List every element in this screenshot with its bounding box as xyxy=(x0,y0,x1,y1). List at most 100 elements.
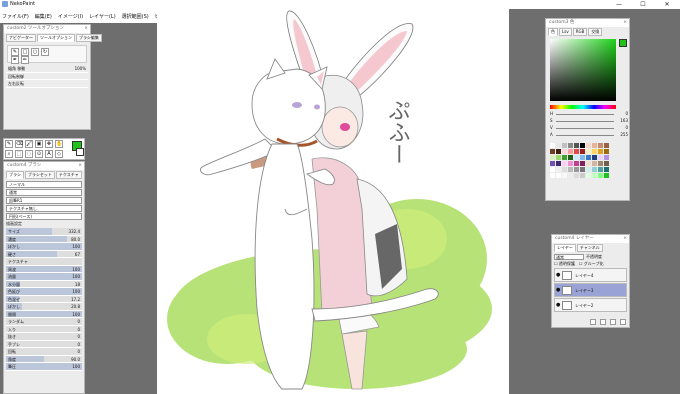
palette-swatch[interactable] xyxy=(586,149,591,154)
palette-swatch[interactable] xyxy=(562,173,567,178)
palette-swatch[interactable] xyxy=(580,161,585,166)
color-slider-track[interactable] xyxy=(556,114,614,115)
eraser-tool-icon[interactable]: ⌫ xyxy=(15,140,23,148)
palette-swatch[interactable] xyxy=(550,143,555,148)
palette-swatch[interactable] xyxy=(550,149,555,154)
rotate-icon[interactable]: ↻ xyxy=(41,48,49,56)
layer-row[interactable]: ● レイヤー3 xyxy=(554,283,627,297)
palette-swatch[interactable] xyxy=(556,143,561,148)
brush-type-select[interactable]: ノーマル xyxy=(6,181,82,188)
palette-swatch[interactable] xyxy=(604,149,609,154)
close-icon[interactable]: × xyxy=(623,235,627,243)
layer-blend-select[interactable]: 通常 xyxy=(554,254,584,260)
palette-swatch[interactable] xyxy=(556,161,561,166)
delete-layer-icon[interactable] xyxy=(620,319,626,325)
tool-options-tab[interactable]: ツールオプション xyxy=(37,34,75,42)
close-icon[interactable]: × xyxy=(84,25,88,33)
color-tab[interactable]: RGB xyxy=(572,28,588,36)
palette-swatch[interactable] xyxy=(550,173,555,178)
palette-swatch[interactable] xyxy=(562,149,567,154)
brush-setting-row[interactable]: 硬さ 67 xyxy=(6,250,82,258)
palette-swatch[interactable] xyxy=(562,167,567,172)
tool-options-tab[interactable]: ナビゲーター xyxy=(6,34,36,42)
brush-setting-row[interactable]: 手ブレ 0 xyxy=(6,340,82,348)
fill-tool-icon[interactable]: ▣ xyxy=(35,140,43,148)
palette-swatch[interactable] xyxy=(562,155,567,160)
brush-setting-row[interactable]: ランダム 0 xyxy=(6,318,82,326)
palette-swatch[interactable] xyxy=(568,167,573,172)
palette-swatch[interactable] xyxy=(574,167,579,172)
text-tool-icon[interactable]: A xyxy=(45,150,53,158)
palette-swatch[interactable] xyxy=(580,143,585,148)
drawing-canvas[interactable]: ぷふー xyxy=(157,9,509,394)
background-color-swatch[interactable] xyxy=(76,148,84,156)
tool-option-row[interactable]: 回転制御 xyxy=(6,72,88,80)
pen-icon[interactable]: ✎ xyxy=(11,48,19,56)
palette-swatch[interactable] xyxy=(562,143,567,148)
palette-swatch[interactable] xyxy=(598,173,603,178)
palette-swatch[interactable] xyxy=(598,143,603,148)
pen-tool-icon[interactable]: ✎ xyxy=(5,140,13,148)
blend-mode-select[interactable]: 通常 xyxy=(6,189,82,196)
palette-swatch[interactable] xyxy=(586,161,591,166)
palette-swatch[interactable] xyxy=(580,173,585,178)
palette-swatch[interactable] xyxy=(562,161,567,166)
palette-swatch[interactable] xyxy=(592,161,597,166)
palette-swatch[interactable] xyxy=(586,173,591,178)
palette-swatch[interactable] xyxy=(556,149,561,154)
menu-item[interactable]: ファイル(F) xyxy=(2,13,29,20)
palette-swatch[interactable] xyxy=(574,149,579,154)
tool-option-row[interactable]: 左右反転 xyxy=(6,80,88,88)
palette-swatch[interactable] xyxy=(580,167,585,172)
brush-setting-row[interactable]: 周波 100 xyxy=(6,265,82,273)
lasso-tool-icon[interactable]: ◌ xyxy=(25,150,33,158)
brush-setting-row[interactable]: サイズ 332.4 xyxy=(6,228,82,236)
menu-item[interactable]: レイヤー(L) xyxy=(89,13,116,20)
shape-tool-icon[interactable]: ◇ xyxy=(55,150,63,158)
color-tab[interactable]: 色 xyxy=(548,28,558,36)
brush-setting-row[interactable]: 色混ぜ 17.2 xyxy=(6,295,82,303)
color-tab[interactable]: 交換 xyxy=(588,28,603,36)
palette-swatch[interactable] xyxy=(574,173,579,178)
hand-tool-icon[interactable]: ✋ xyxy=(55,140,63,148)
eye-icon[interactable]: ● xyxy=(556,287,560,293)
palette-swatch[interactable] xyxy=(598,167,603,172)
close-icon[interactable]: × xyxy=(78,162,82,170)
brush-setting-row[interactable]: 回転 0 xyxy=(6,348,82,356)
layer-tab[interactable]: レイヤー xyxy=(554,244,576,252)
tool-options-tab[interactable]: ブラシ編集 xyxy=(76,34,102,42)
select-tool-icon[interactable]: ⬚ xyxy=(15,150,23,158)
palette-swatch[interactable] xyxy=(586,167,591,172)
brush-shape-selector[interactable]: ✎ □ ○ ↻ ✒ ✏ xyxy=(7,45,87,64)
palette-swatch[interactable] xyxy=(598,161,603,166)
protect-alpha-checkbox[interactable]: ☐ 透明保護 xyxy=(554,261,575,267)
palette-swatch[interactable] xyxy=(550,167,555,172)
brush-tab[interactable]: ブラシ xyxy=(6,171,24,179)
color-tab[interactable]: Lsv xyxy=(559,28,572,36)
menu-item[interactable]: 編集(E) xyxy=(35,13,52,20)
palette-swatch[interactable] xyxy=(592,143,597,148)
brush-name-select[interactable]: 鉛筆R1 xyxy=(6,197,82,204)
minimize-button[interactable]: — xyxy=(608,0,630,9)
color-slider-row[interactable]: V0 xyxy=(550,125,628,132)
brush-setting-row[interactable]: 間隔 100 xyxy=(6,310,82,318)
color-slider-track[interactable] xyxy=(556,121,614,122)
brush-setting-row[interactable]: 入り 0 xyxy=(6,325,82,333)
brush-setting-row[interactable]: ぼかし 100 xyxy=(6,243,82,251)
circle-icon[interactable]: ○ xyxy=(31,48,39,56)
palette-swatch[interactable] xyxy=(598,155,603,160)
palette-swatch[interactable] xyxy=(580,149,585,154)
menu-item[interactable]: イメージ(I) xyxy=(58,13,83,20)
pen3-icon[interactable]: ✏ xyxy=(21,56,29,64)
pick-tool-icon[interactable]: ⊙ xyxy=(35,150,43,158)
brush-tool-icon[interactable]: 🖌 xyxy=(25,140,33,148)
color-slider-track[interactable] xyxy=(556,128,614,129)
palette-swatch[interactable] xyxy=(568,149,573,154)
zoom-tool-icon[interactable]: ⌕ xyxy=(5,150,13,158)
brush-tab[interactable]: ブラシセット xyxy=(24,171,55,179)
color-slider-track[interactable] xyxy=(556,135,614,136)
brush-setting-row[interactable]: 濃度 80.0 xyxy=(6,235,82,243)
move-tool-icon[interactable]: ✥ xyxy=(45,140,53,148)
color-slider-row[interactable]: S 163 xyxy=(550,118,628,125)
palette-swatch[interactable] xyxy=(574,143,579,148)
